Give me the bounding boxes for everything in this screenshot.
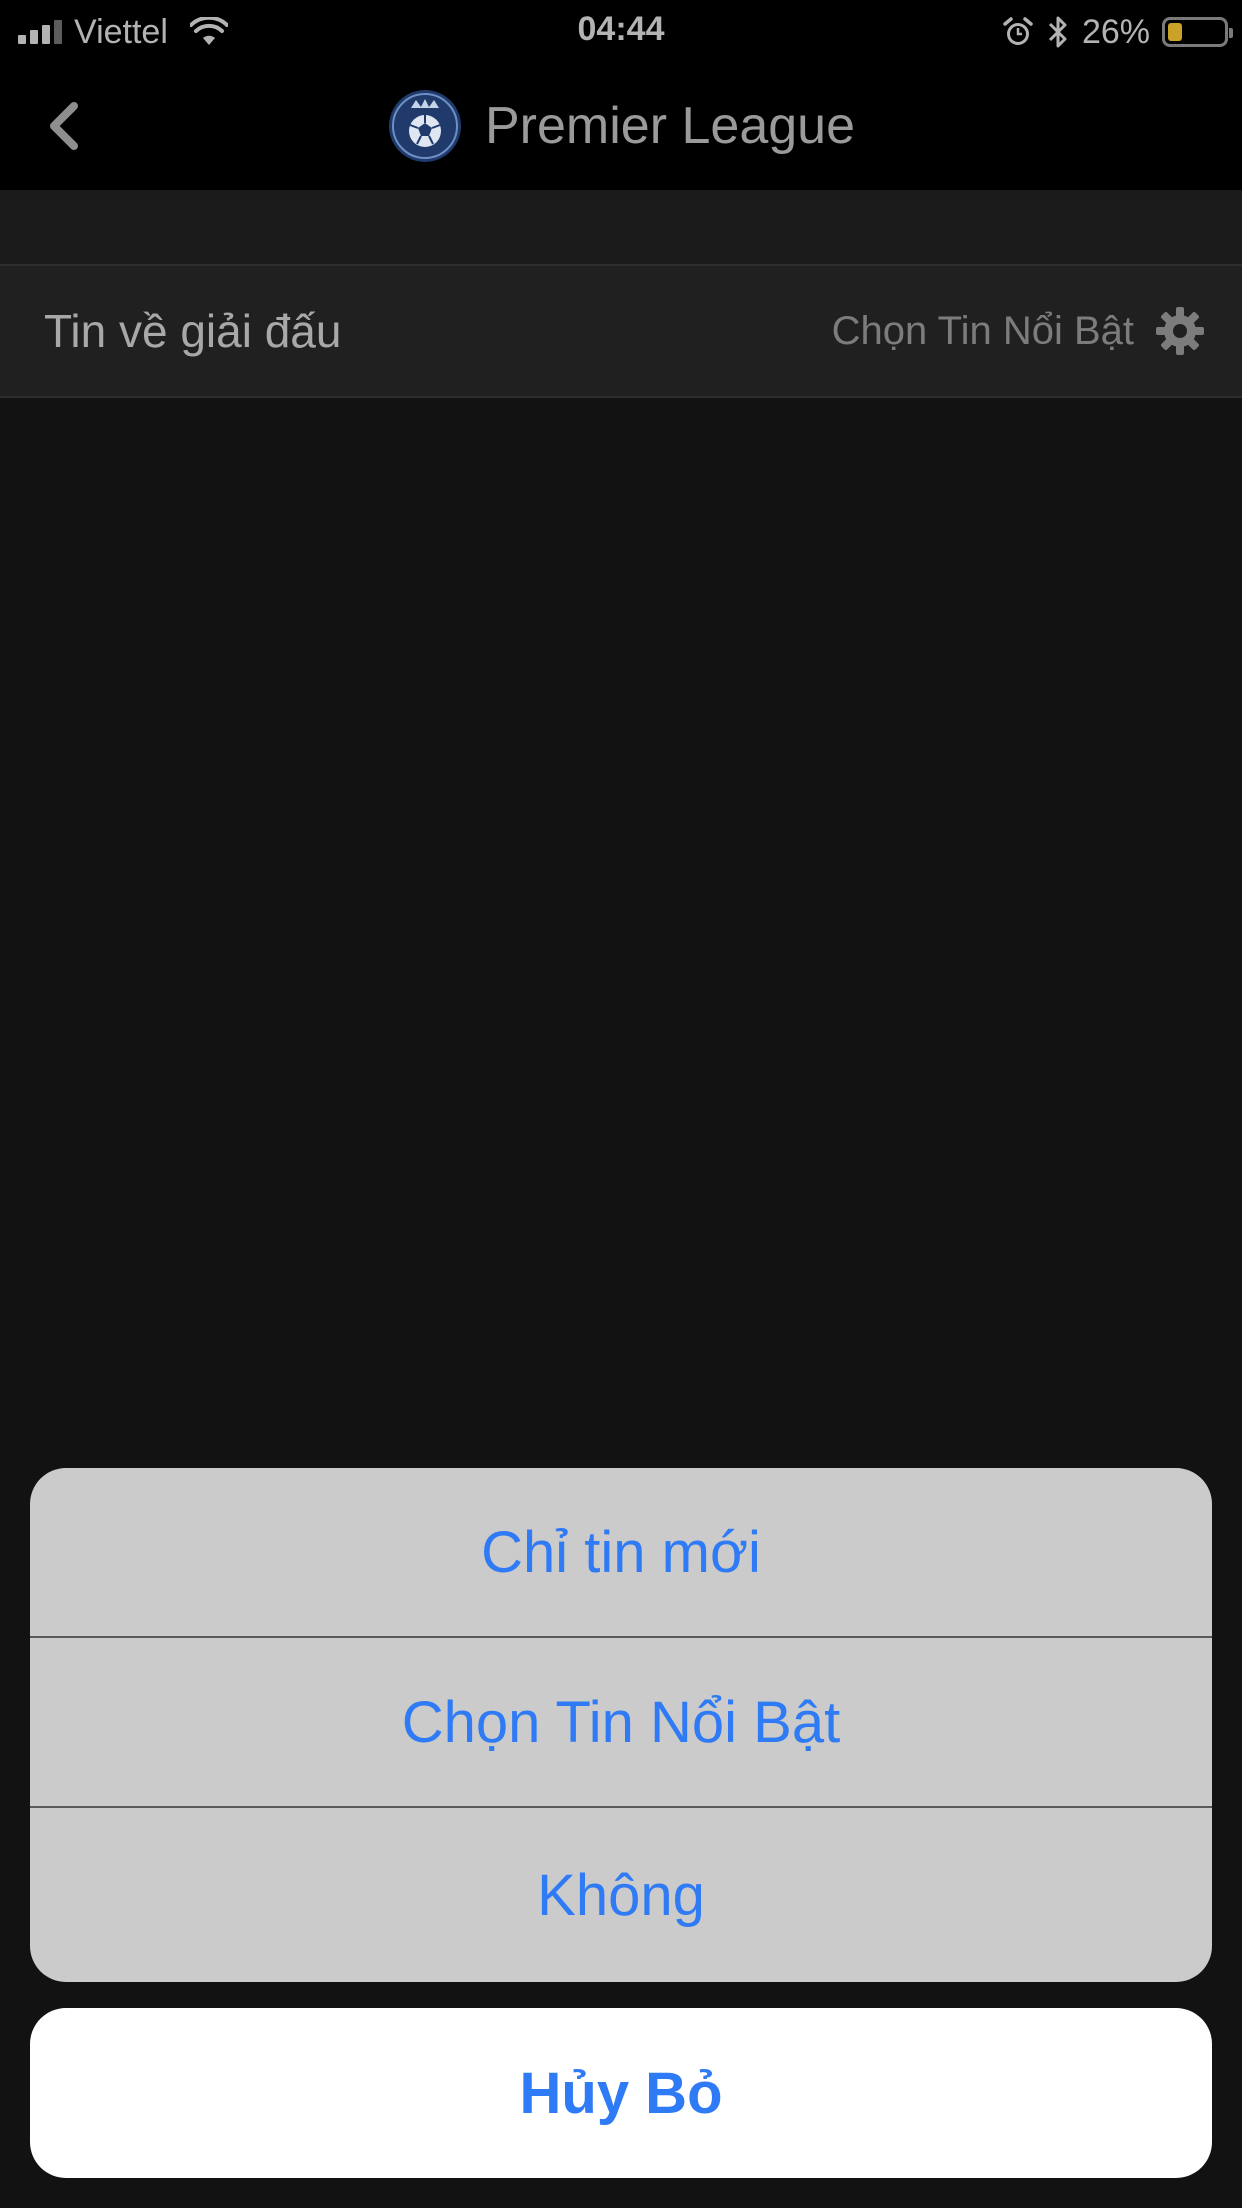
header-spacer xyxy=(0,190,1242,264)
league-logo-icon xyxy=(389,90,461,162)
battery-fill xyxy=(1168,23,1182,41)
status-bar: Viettel 04:44 26% xyxy=(0,0,1242,62)
section-title: Tin về giải đấu xyxy=(44,305,342,357)
battery-percent: 26% xyxy=(1081,12,1150,51)
battery-icon xyxy=(1162,17,1233,47)
option-choose-highlights[interactable]: Chọn Tin Nổi Bật xyxy=(30,1638,1212,1808)
gear-icon xyxy=(1156,307,1204,355)
nav-title-group: Premier League xyxy=(0,84,1242,168)
alarm-icon xyxy=(1003,17,1033,45)
bluetooth-icon xyxy=(1048,16,1067,48)
screen: Viettel 04:44 26% Premier League Tin về … xyxy=(0,0,1242,2208)
status-right: 26% xyxy=(1002,12,1233,52)
action-sheet: Chỉ tin mới Chọn Tin Nổi Bật Không xyxy=(30,1468,1212,1982)
section-header: Tin về giải đấu Chọn Tin Nổi Bật xyxy=(0,264,1242,398)
cancel-button[interactable]: Hủy Bỏ xyxy=(30,2008,1212,2178)
option-none[interactable]: Không xyxy=(30,1808,1212,1982)
page-title: Premier League xyxy=(485,97,855,155)
highlight-settings-button[interactable]: Chọn Tin Nổi Bật xyxy=(832,266,1206,396)
nav-bar: Premier League xyxy=(0,62,1242,190)
highlight-settings-label: Chọn Tin Nổi Bật xyxy=(831,308,1134,353)
option-latest-only[interactable]: Chỉ tin mới xyxy=(30,1468,1212,1638)
